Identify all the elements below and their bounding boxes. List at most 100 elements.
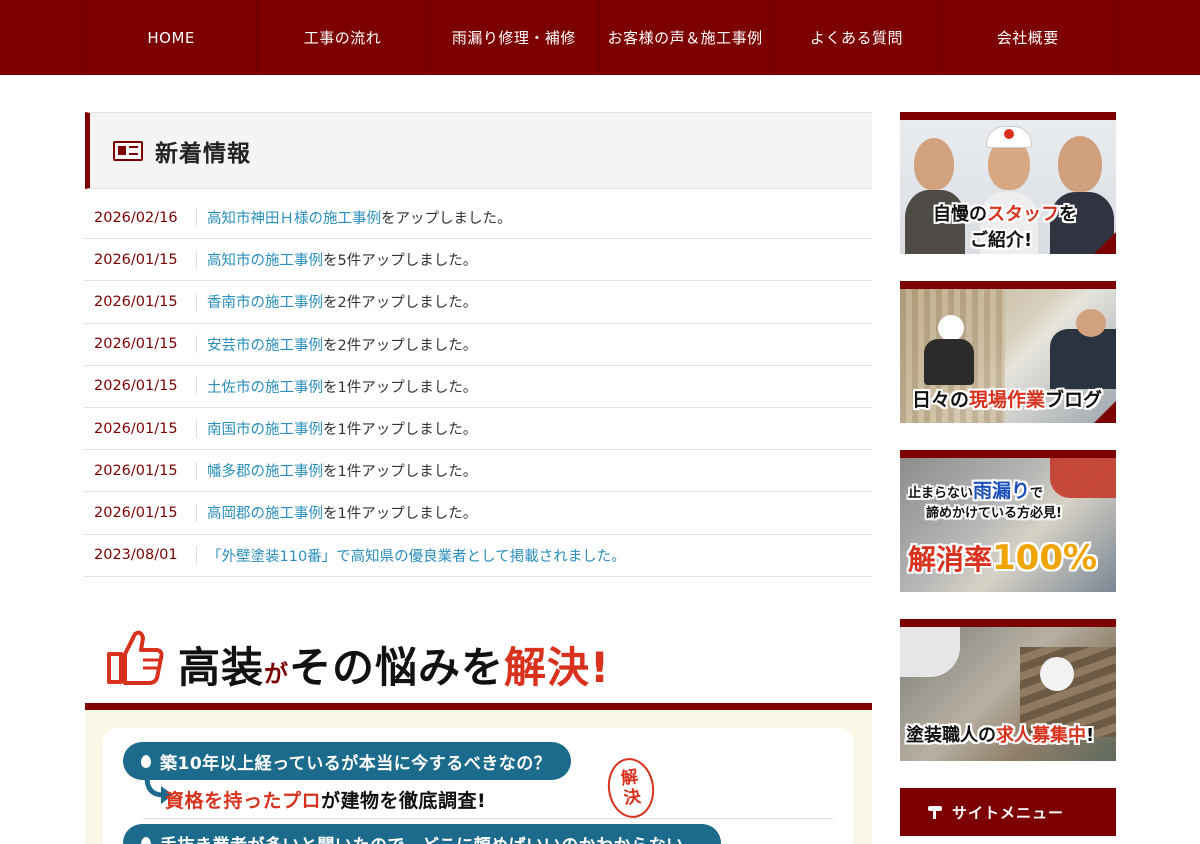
nav-item-voices[interactable]: お客様の声＆施工事例 xyxy=(600,0,772,75)
news-text: 高知市の施工事例を5件アップしました。 xyxy=(197,249,477,270)
corner-marker xyxy=(1094,232,1116,254)
staff-banner-text1: 自慢のスタッフを xyxy=(933,200,1077,226)
divider xyxy=(143,818,833,819)
leak-banner-part3: で xyxy=(1030,486,1044,501)
main-content: 新着情報 2026/02/16 高知市神田Ｈ様の施工事例をアップしました。 20… xyxy=(85,112,872,577)
staff-banner-part2: スタッフ xyxy=(987,204,1059,225)
news-link[interactable]: 香南市の施工事例 xyxy=(207,295,323,311)
pin-icon xyxy=(928,805,942,819)
news-rest: を1件アップしました。 xyxy=(323,379,478,396)
blog-banner-text: 日々の現場作業ブログ xyxy=(912,385,1102,412)
news-date: 2026/01/15 xyxy=(85,377,197,396)
faq-area: 築10年以上経っているが本当に今するべきなの？ 資格を持ったプロが建物を徹底調査… xyxy=(85,710,872,844)
news-rest: を1件アップしました。 xyxy=(323,506,478,523)
news-text: 「外壁塗装110番」で高知県の優良業者として掲載されました。 xyxy=(197,545,626,566)
news-link[interactable]: 高知市神田Ｈ様の施工事例 xyxy=(207,211,381,227)
recruit-banner-text: 塗装職人の求人募集中! xyxy=(906,721,1094,747)
answer-text: 資格を持ったプロが建物を徹底調査! xyxy=(165,786,486,813)
leak-banner-text1: 止まらない雨漏りで xyxy=(908,476,1043,503)
leak-banner[interactable]: 止まらない雨漏りで 諦めかけている方必見! 解消率100% xyxy=(900,450,1116,592)
news-item: 2026/02/16 高知市神田Ｈ様の施工事例をアップしました。 xyxy=(85,197,872,240)
nav-item-leak-repair[interactable]: 雨漏り修理・補修 xyxy=(429,0,600,75)
staff-figure xyxy=(914,138,954,190)
news-rest: を1件アップしました。 xyxy=(323,422,478,439)
news-item: 2026/01/15 南国市の施工事例を1件アップしました。 xyxy=(85,408,872,451)
recruit-banner[interactable]: 塗装職人の求人募集中! xyxy=(900,619,1116,761)
nav-items: HOME 工事の流れ 雨漏り修理・補修 お客様の声＆施工事例 よくある質問 会社… xyxy=(85,0,1114,75)
solve-title-part4: 解決 xyxy=(504,643,591,692)
news-text: 幡多郡の施工事例を1件アップしました。 xyxy=(197,460,477,481)
news-text: 南国市の施工事例を1件アップしました。 xyxy=(197,418,477,439)
global-nav: HOME 工事の流れ 雨漏り修理・補修 お客様の声＆施工事例 よくある質問 会社… xyxy=(0,0,1200,75)
news-item: 2026/01/15 土佐市の施工事例を1件アップしました。 xyxy=(85,366,872,408)
news-item: 2026/01/15 高岡郡の施工事例を1件アップしました。 xyxy=(85,492,872,535)
news-header: 新着情報 xyxy=(85,112,872,189)
blog-banner-part2: 現場作業 xyxy=(969,389,1046,411)
question-pill: 築10年以上経っているが本当に今するべきなの？ xyxy=(123,742,572,780)
worker-figure xyxy=(1076,309,1106,337)
worker-helmet xyxy=(900,627,960,677)
nav-item-home[interactable]: HOME xyxy=(86,0,258,75)
water-drop-icon xyxy=(141,836,151,844)
solve-title-part5: ! xyxy=(590,643,611,692)
stamp-char-1: 解 xyxy=(619,767,640,790)
recruit-banner-part3: ! xyxy=(1086,725,1095,746)
news-rest: を2件アップしました。 xyxy=(323,337,478,354)
answer-rest: が建物を徹底調査! xyxy=(321,790,487,812)
glove-figure xyxy=(1040,657,1074,691)
news-link[interactable]: 高岡郡の施工事例 xyxy=(207,506,323,522)
nav-item-faq[interactable]: よくある質問 xyxy=(771,0,943,75)
news-text: 香南市の施工事例を2件アップしました。 xyxy=(197,291,477,312)
news-item: 2026/01/15 安芸市の施工事例を2件アップしました。 xyxy=(85,324,872,366)
recruit-banner-part2: 求人募集中 xyxy=(996,725,1086,746)
news-item: 2026/01/15 高知市の施工事例を5件アップしました。 xyxy=(85,239,872,282)
question-pill: 手抜き業者が多いと聞いたので、どこに頼めばいいのかわからない… xyxy=(123,824,722,844)
news-link[interactable]: 安芸市の施工事例 xyxy=(207,338,323,354)
blog-banner[interactable]: 日々の現場作業ブログ xyxy=(900,281,1116,423)
staff-banner-part3: を xyxy=(1059,204,1077,225)
staff-banner-part1: 自慢の xyxy=(933,204,987,225)
worker-figure xyxy=(1050,329,1116,389)
news-link[interactable]: 南国市の施工事例 xyxy=(207,422,323,438)
nav-item-flow[interactable]: 工事の流れ xyxy=(257,0,429,75)
stamp-char-2: 決 xyxy=(622,786,643,809)
news-text: 高岡郡の施工事例を1件アップしました。 xyxy=(197,502,477,523)
leak-banner-text3: 解消率100% xyxy=(908,538,1097,578)
solve-heading: 高装がその悩みを解決! xyxy=(85,620,872,710)
news-date: 2026/01/15 xyxy=(85,292,197,311)
nav-item-company[interactable]: 会社概要 xyxy=(943,0,1114,75)
news-rest: をアップしました。 xyxy=(381,211,512,228)
leak-banner-part5: 解消率 xyxy=(908,543,993,576)
news-date: 2026/01/15 xyxy=(85,335,197,354)
leak-banner-part6: 100% xyxy=(992,538,1098,578)
news-date: 2026/01/15 xyxy=(85,461,197,480)
news-link[interactable]: 高知市の施工事例 xyxy=(207,253,323,269)
question-text: 築10年以上経っているが本当に今するべきなの？ xyxy=(160,753,552,774)
news-date: 2026/01/15 xyxy=(85,250,197,269)
news-rest: を1件アップしました。 xyxy=(323,464,478,481)
solved-stamp: 解決 xyxy=(604,755,658,821)
news-date: 2026/01/15 xyxy=(85,419,197,438)
news-link[interactable]: 土佐市の施工事例 xyxy=(207,380,323,396)
news-rest: を5件アップしました。 xyxy=(323,253,478,270)
news-date: 2023/08/01 xyxy=(85,546,197,565)
news-link[interactable]: 幡多郡の施工事例 xyxy=(207,464,323,480)
staff-banner-text2: ご紹介! xyxy=(970,230,1033,251)
question-text: 手抜き業者が多いと聞いたので、どこに頼めばいいのかわからない… xyxy=(160,831,701,844)
corner-marker xyxy=(1094,401,1116,423)
leak-banner-text2: 諦めかけている方必見! xyxy=(926,506,1062,521)
news-item: 2023/08/01 「外壁塗装110番」で高知県の優良業者として掲載されました… xyxy=(85,535,872,577)
news-text: 土佐市の施工事例を1件アップしました。 xyxy=(197,376,477,397)
news-rest: を2件アップしました。 xyxy=(323,295,478,312)
thumbs-up-icon xyxy=(107,630,164,685)
worker-figure xyxy=(924,339,974,385)
helmet-mark xyxy=(1004,129,1014,139)
news-link[interactable]: 「外壁塗装110番」で高知県の優良業者として掲載されました。 xyxy=(207,549,626,565)
worker-figure xyxy=(938,315,964,341)
water-drop-icon xyxy=(141,754,151,768)
blog-banner-part1: 日々の xyxy=(912,389,970,411)
solve-title-part2: が xyxy=(264,660,290,688)
newspaper-icon xyxy=(113,140,143,161)
news-text: 高知市神田Ｈ様の施工事例をアップしました。 xyxy=(197,207,512,228)
staff-banner[interactable]: 自慢のスタッフを ご紹介! xyxy=(900,112,1116,254)
